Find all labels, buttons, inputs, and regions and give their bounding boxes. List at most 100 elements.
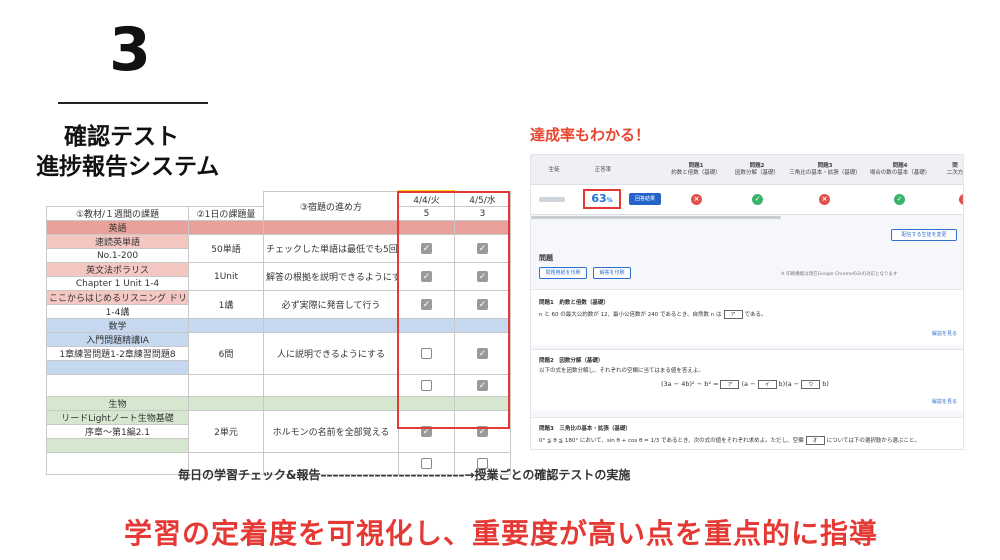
header-method: ③宿題の進め方 bbox=[263, 191, 399, 221]
problem-3-tail: については下の選択肢から選ぶこと。 bbox=[826, 438, 920, 444]
incorrect-icon: × bbox=[959, 194, 963, 205]
check-box[interactable]: ✓ bbox=[421, 299, 432, 310]
material-range: 1-4講 bbox=[46, 304, 189, 319]
check-box[interactable]: ✓ bbox=[477, 348, 488, 359]
check-box[interactable]: ✓ bbox=[477, 426, 488, 437]
q4-topic: 場合の数の基本（基礎） bbox=[869, 170, 931, 177]
q5-topic: 二次方 bbox=[946, 170, 964, 177]
check-box[interactable]: ✓ bbox=[477, 243, 488, 254]
material-range: 1章練習問題1-2章練習問題8 bbox=[46, 346, 189, 361]
check-box[interactable]: ✓ bbox=[421, 271, 432, 282]
homework-table: ③宿題の進め方 4/4/火 4/5/水 ①教材/１週間の課題 ②1日の課題量 5… bbox=[46, 190, 511, 475]
answer-blank[interactable]: ア bbox=[720, 380, 740, 389]
subject-biology: 生物 bbox=[46, 396, 189, 411]
header-material: ①教材/１週間の課題 bbox=[46, 206, 189, 221]
problems-heading: 問題 bbox=[539, 254, 553, 262]
check-box[interactable] bbox=[421, 348, 432, 359]
answer-blank[interactable]: ア bbox=[723, 310, 743, 319]
q1-topic: 約数と倍数（基礎） bbox=[671, 170, 721, 177]
print-note: ※ 印刷機能は現在Google Chromeのみの対応となります bbox=[781, 272, 898, 277]
problem-2-text: 以下の式を因数分解し、それぞれの空欄に当てはまる値を答えよ。 bbox=[539, 368, 704, 374]
check-box[interactable] bbox=[421, 380, 432, 391]
correct-icon: ✓ bbox=[894, 194, 905, 205]
problem-card-3: 問題3 三角比の基本・拡張（基礎） 0° ≦ θ ≦ 180° において、sin… bbox=[531, 417, 963, 449]
rate-unit: % bbox=[606, 197, 613, 204]
material-name: ここからはじめるリスニング ドリル bbox=[46, 290, 189, 305]
problem-2-formula: (3a − 4b)² − b² = ア (a − イ b)(a − ウ b) bbox=[661, 380, 829, 389]
achievement-caption: 達成率もわかる！ bbox=[530, 126, 651, 144]
problem-3-header: 問題3 三角比の基本・拡張（基礎） bbox=[539, 426, 631, 432]
material-range: No.1-200 bbox=[46, 248, 189, 263]
check-box[interactable]: ✓ bbox=[477, 299, 488, 310]
subject-english: 英語 bbox=[46, 220, 189, 235]
col-student: 生徒 bbox=[548, 167, 560, 173]
problem-1-question: n と 60 の最大公約数が 12、最小公倍数が 240 であるとき、自然数 n… bbox=[539, 312, 722, 318]
check-box[interactable]: ✓ bbox=[477, 380, 488, 391]
problem-1-tail: である。 bbox=[744, 312, 767, 318]
daily-amount: 50単語 bbox=[188, 234, 264, 263]
formula-left: (3a − 4b)² − b² = bbox=[661, 380, 719, 388]
q2-topic: 因数分解（基礎） bbox=[734, 170, 779, 177]
material-range: Chapter 1 Unit 1-4 bbox=[46, 276, 189, 291]
q1-label: 問題1 bbox=[688, 163, 704, 169]
rate-value: 63 bbox=[591, 192, 607, 205]
subject-math: 数学 bbox=[46, 318, 189, 333]
header-num-2: 3 bbox=[454, 206, 511, 221]
rate-box: 63% bbox=[583, 189, 621, 209]
student-name-redacted bbox=[539, 197, 565, 202]
incorrect-icon: × bbox=[819, 194, 830, 205]
answer-blank[interactable]: イ bbox=[757, 380, 777, 389]
print-problem-button[interactable]: 問題用紙を印刷 bbox=[539, 267, 587, 279]
title-line-1: 確認テスト bbox=[64, 124, 179, 150]
problem-1-text: n と 60 の最大公約数が 12、最小公倍数が 240 であるとき、自然数 n… bbox=[539, 310, 766, 319]
homework-sheet: ③宿題の進め方 4/4/火 4/5/水 ①教材/１週間の課題 ②1日の課題量 5… bbox=[46, 190, 511, 475]
results-data-row: 63% 回答結果 × ✓ × ✓ × bbox=[531, 185, 963, 215]
q3-label: 問題3 bbox=[817, 163, 833, 169]
divider bbox=[58, 102, 208, 104]
header-num-1: 5 bbox=[398, 206, 455, 221]
problem-1-header: 問題1 約数と倍数（基礎） bbox=[539, 300, 609, 306]
header-date-2: 4/5/水 bbox=[454, 191, 511, 207]
col-rate: 正答率 bbox=[594, 167, 612, 173]
see-answer-link[interactable]: 解説を見る bbox=[932, 398, 957, 405]
daily-amount: 1Unit bbox=[188, 262, 264, 291]
see-answer-link[interactable]: 解説を見る bbox=[932, 330, 957, 337]
results-header-row: 生徒 正答率 問題1 約数と倍数（基礎） 問題2 因数分解（基礎） 問題3 三角比の基… bbox=[531, 155, 964, 185]
title-line-2: 進捗報告システム bbox=[36, 154, 220, 180]
incorrect-icon: × bbox=[691, 194, 702, 205]
header-date-1: 4/4/火 bbox=[398, 190, 455, 207]
material-name: 速読英単語 bbox=[46, 234, 189, 249]
result-button[interactable]: 回答結果 bbox=[629, 193, 661, 205]
method-text: チェックした単語は最低でも5回やる bbox=[263, 234, 399, 263]
method-text: 解答の根拠を説明できるようにする bbox=[263, 262, 399, 291]
material-name: 英文法ポラリス bbox=[46, 262, 189, 277]
header-daily: ②1日の課題量 bbox=[188, 206, 264, 221]
answer-blank[interactable]: オ bbox=[805, 436, 825, 445]
daily-amount: 6問 bbox=[188, 332, 264, 375]
horizontal-scrollbar[interactable] bbox=[531, 216, 781, 219]
q5-label: 問 bbox=[952, 163, 958, 169]
problem-3-text: 0° ≦ θ ≦ 180° において、sin θ + cos θ = 1/3 で… bbox=[539, 436, 920, 445]
material-range: 序章～第1編2.1 bbox=[46, 424, 189, 439]
check-box[interactable]: ✓ bbox=[477, 271, 488, 282]
check-box[interactable]: ✓ bbox=[421, 243, 432, 254]
problem-3-question: 0° ≦ θ ≦ 180° において、sin θ + cos θ = 1/3 で… bbox=[539, 438, 804, 444]
daily-amount: 1講 bbox=[188, 290, 264, 319]
daily-amount: 2単元 bbox=[188, 410, 264, 453]
print-answer-button[interactable]: 解答を印刷 bbox=[593, 267, 631, 279]
change-recipients-button[interactable]: 配信する生徒を変更 bbox=[891, 229, 957, 241]
method-text: ホルモンの名前を全部覚える bbox=[263, 410, 399, 453]
problem-card-1: 問題1 約数と倍数（基礎） n と 60 の最大公約数が 12、最小公倍数が 2… bbox=[531, 289, 963, 345]
q4-label: 問題4 bbox=[892, 163, 908, 169]
q3-topic: 三角比の基本・拡張（基礎） bbox=[789, 170, 861, 177]
problem-2-header: 問題2 因数分解（基礎） bbox=[539, 358, 604, 364]
q2-label: 問題2 bbox=[749, 163, 765, 169]
bottom-slogan: 学習の定着度を可視化し、重要度が高い点を重点的に指導 bbox=[123, 517, 878, 550]
answer-blank[interactable]: ウ bbox=[801, 380, 821, 389]
test-results-app: 生徒 正答率 問題1 約数と倍数（基礎） 問題2 因数分解（基礎） 問題3 三角比の基… bbox=[530, 154, 964, 450]
check-box[interactable]: ✓ bbox=[421, 426, 432, 437]
material-name: 入門問題精講ⅠA bbox=[46, 332, 189, 347]
correct-icon: ✓ bbox=[752, 194, 763, 205]
flow-caption: 毎日の学習チェック&報告––––––––––––––––––––––––→授業ご… bbox=[178, 468, 631, 482]
material-name: リードLightノート生物基礎 bbox=[46, 410, 189, 425]
